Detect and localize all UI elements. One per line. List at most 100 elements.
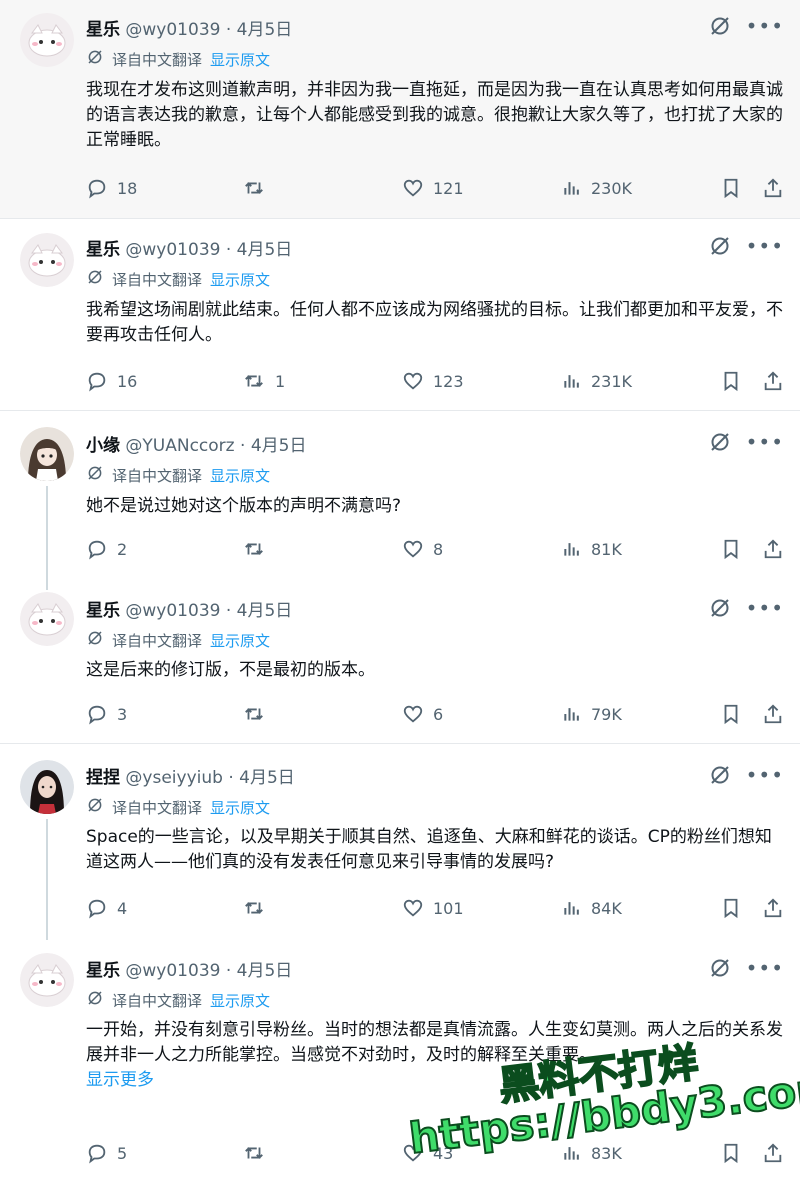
views-button[interactable]: 81K: [562, 536, 622, 562]
retweet-button[interactable]: [242, 175, 275, 201]
avatar[interactable]: [20, 13, 74, 67]
grok-icon[interactable]: [708, 234, 732, 258]
avatar[interactable]: [20, 427, 74, 481]
display-name[interactable]: 捏捏: [86, 768, 120, 788]
views-icon: [564, 375, 579, 388]
more-icon[interactable]: •••: [746, 236, 784, 256]
grok-icon[interactable]: [708, 430, 732, 454]
display-name[interactable]: 星乐: [86, 601, 120, 621]
timestamp[interactable]: 4月5日: [237, 240, 293, 260]
avatar[interactable]: [20, 760, 74, 814]
tweet[interactable]: 小缘 @YUANccorz · 4月5日 ••• 译自中文翻译 显示原文 她不是…: [0, 412, 800, 592]
timestamp[interactable]: 4月5日: [237, 20, 293, 40]
avatar[interactable]: [20, 953, 74, 1007]
translation-bar: 译自中文翻译 显示原文: [86, 796, 270, 818]
tweet[interactable]: 星乐 @wy01039 · 4月5日 ••• 译自中文翻译 显示原文 我希望这场…: [0, 220, 800, 410]
reply-icon: [88, 705, 106, 725]
like-button[interactable]: 101: [402, 895, 464, 921]
timestamp[interactable]: 4月5日: [251, 436, 307, 456]
bookmark-button[interactable]: [720, 175, 742, 201]
reply-button[interactable]: 3: [86, 701, 127, 727]
retweet-button[interactable]: 1: [242, 368, 285, 394]
reply-button[interactable]: 16: [86, 368, 137, 394]
bookmark-button[interactable]: [720, 895, 742, 921]
reply-button[interactable]: 2: [86, 536, 127, 562]
views-icon: [564, 543, 579, 556]
like-count: 123: [433, 371, 464, 391]
views-button[interactable]: 231K: [562, 368, 632, 394]
tweet-header: 小缘 @YUANccorz · 4月5日: [86, 431, 306, 456]
reply-button[interactable]: 5: [86, 1140, 127, 1166]
more-icon[interactable]: •••: [746, 958, 784, 978]
dot-separator: ·: [225, 20, 232, 40]
translation-bar: 译自中文翻译 显示原文: [86, 268, 270, 290]
translated-label: 译自中文翻译: [112, 466, 203, 485]
reply-button[interactable]: 18: [86, 175, 137, 201]
reply-count: 2: [117, 539, 128, 559]
reply-count: 4: [117, 898, 128, 918]
show-original-link[interactable]: 显示原文: [210, 630, 270, 651]
reply-button[interactable]: 4: [86, 895, 127, 921]
bookmark-button[interactable]: [720, 701, 742, 727]
more-icon[interactable]: •••: [746, 598, 784, 618]
share-button[interactable]: [762, 536, 784, 562]
handle[interactable]: @yseiyyiub: [125, 768, 223, 788]
handle[interactable]: @wy01039: [125, 240, 220, 260]
timestamp[interactable]: 4月5日: [239, 768, 295, 788]
display-name[interactable]: 星乐: [86, 240, 120, 260]
views-button[interactable]: 84K: [562, 895, 622, 921]
show-original-link[interactable]: 显示原文: [210, 797, 270, 818]
avatar[interactable]: [20, 592, 74, 646]
show-original-link[interactable]: 显示原文: [210, 990, 270, 1011]
show-original-link[interactable]: 显示原文: [210, 49, 270, 70]
share-button[interactable]: [762, 895, 784, 921]
tweet[interactable]: 捏捏 @yseiyyiub · 4月5日 ••• 译自中文翻译 显示原文 Spa…: [0, 745, 800, 940]
more-icon[interactable]: •••: [746, 16, 784, 36]
retweet-button[interactable]: [242, 895, 275, 921]
reply-count: 3: [117, 704, 128, 724]
grok-icon[interactable]: [708, 596, 732, 620]
display-name[interactable]: 小缘: [86, 436, 120, 456]
handle[interactable]: @YUANccorz: [125, 436, 234, 456]
share-button[interactable]: [762, 175, 784, 201]
retweet-button[interactable]: [242, 1140, 275, 1166]
action-bar: 3 6 79K: [86, 701, 786, 727]
grok-icon[interactable]: [708, 763, 732, 787]
grok-icon[interactable]: [708, 956, 732, 980]
like-button[interactable]: 6: [402, 701, 443, 727]
display-name[interactable]: 星乐: [86, 20, 120, 40]
tweet-header: 星乐 @wy01039 · 4月5日: [86, 596, 292, 621]
handle[interactable]: @wy01039: [125, 961, 220, 981]
reply-count: 16: [117, 371, 138, 391]
bookmark-button[interactable]: [720, 368, 742, 394]
show-original-link[interactable]: 显示原文: [210, 465, 270, 486]
handle[interactable]: @wy01039: [125, 601, 220, 621]
display-name[interactable]: 星乐: [86, 961, 120, 981]
tweet-text: 我希望这场闹剧就此结束。任何人都不应该成为网络骚扰的目标。让我们都更加和平友爱，…: [86, 300, 783, 345]
tweet[interactable]: 星乐 @wy01039 · 4月5日 ••• 译自中文翻译 显示原文 这是后来的…: [0, 592, 800, 742]
more-icon[interactable]: •••: [746, 432, 784, 452]
divider: [0, 410, 800, 411]
share-button[interactable]: [762, 701, 784, 727]
tweet[interactable]: 星乐 @wy01039 · 4月5日 ••• 译自中文翻译 显示原文 我现在才发…: [0, 0, 800, 218]
retweet-button[interactable]: [242, 701, 275, 727]
handle[interactable]: @wy01039: [125, 20, 220, 40]
share-button[interactable]: [762, 368, 784, 394]
views-button[interactable]: 79K: [562, 701, 622, 727]
action-bar: 4 101 84K: [86, 895, 786, 921]
like-button[interactable]: 121: [402, 175, 464, 201]
views-button[interactable]: 230K: [562, 175, 632, 201]
like-button[interactable]: 8: [402, 536, 443, 562]
bookmark-button[interactable]: [720, 536, 742, 562]
avatar[interactable]: [20, 233, 74, 287]
tweet-header: 星乐 @wy01039 · 4月5日: [86, 235, 292, 260]
retweet-button[interactable]: [242, 536, 275, 562]
timestamp[interactable]: 4月5日: [237, 961, 293, 981]
grok-icon[interactable]: [708, 14, 732, 38]
translate-slash-icon: [86, 268, 104, 290]
timestamp[interactable]: 4月5日: [237, 601, 293, 621]
like-button[interactable]: 123: [402, 368, 464, 394]
translated-label: 译自中文翻译: [112, 631, 203, 650]
show-original-link[interactable]: 显示原文: [210, 269, 270, 290]
more-icon[interactable]: •••: [746, 765, 784, 785]
